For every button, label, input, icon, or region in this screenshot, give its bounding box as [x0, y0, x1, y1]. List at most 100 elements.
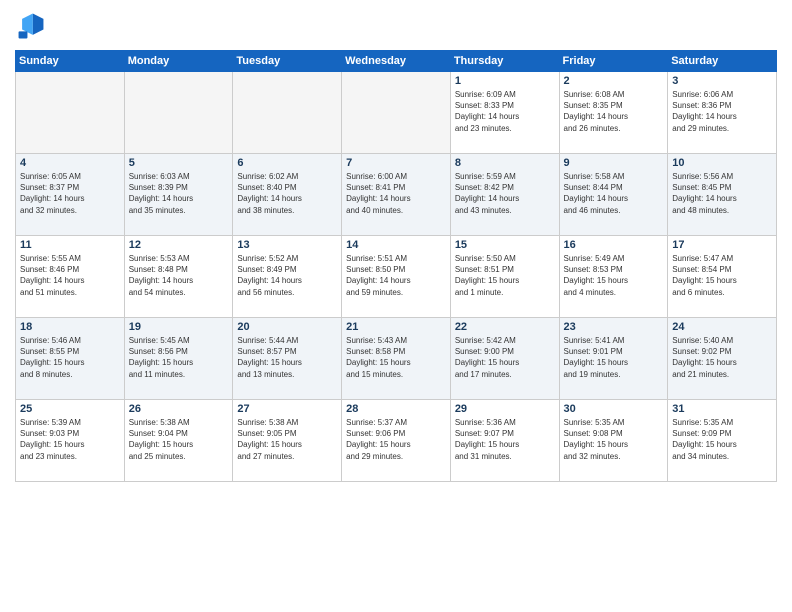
col-header-thursday: Thursday: [450, 51, 559, 72]
calendar-cell: 1Sunrise: 6:09 AM Sunset: 8:33 PM Daylig…: [450, 72, 559, 154]
day-number: 22: [455, 321, 555, 333]
calendar-cell: 16Sunrise: 5:49 AM Sunset: 8:53 PM Dayli…: [559, 236, 668, 318]
day-info: Sunrise: 5:41 AM Sunset: 9:01 PM Dayligh…: [564, 335, 664, 380]
day-number: 27: [237, 403, 337, 415]
calendar-cell: 27Sunrise: 5:38 AM Sunset: 9:05 PM Dayli…: [233, 400, 342, 482]
day-info: Sunrise: 5:46 AM Sunset: 8:55 PM Dayligh…: [20, 335, 120, 380]
calendar-cell: [16, 72, 125, 154]
day-number: 11: [20, 239, 120, 251]
day-info: Sunrise: 5:37 AM Sunset: 9:06 PM Dayligh…: [346, 417, 446, 462]
calendar-cell: 31 Sunrise: 5:35 AM Sunset: 9:09 PM Dayli…: [668, 400, 777, 482]
day-number: 18: [20, 321, 120, 333]
day-info: Sunrise: 5:38 AM Sunset: 9:04 PM Dayligh…: [129, 417, 229, 462]
day-number: 9: [564, 157, 664, 169]
calendar-cell: [124, 72, 233, 154]
logo-icon: [15, 10, 47, 42]
day-info: Sunrise: 5:44 AM Sunset: 8:57 PM Dayligh…: [237, 335, 337, 380]
calendar-cell: [342, 72, 451, 154]
page: SundayMondayTuesdayWednesdayThursdayFrid…: [0, 0, 792, 612]
day-number: 31: [672, 403, 772, 415]
calendar-week-5: 25 Sunrise: 5:39 AM Sunset: 9:03 PM Dayli…: [16, 400, 777, 482]
calendar-cell: [233, 72, 342, 154]
calendar-cell: 29Sunrise: 5:36 AM Sunset: 9:07 PM Dayli…: [450, 400, 559, 482]
calendar-cell: 8 Sunrise: 5:59 AM Sunset: 8:42 PM Daylig…: [450, 154, 559, 236]
day-info: Sunrise: 6:00 AM Sunset: 8:41 PM Dayligh…: [346, 171, 446, 216]
day-number: 2: [564, 75, 664, 87]
day-number: 12: [129, 239, 229, 251]
day-number: 10: [672, 157, 772, 169]
calendar-cell: 11 Sunrise: 5:55 AM Sunset: 8:46 PM Dayli…: [16, 236, 125, 318]
header-row: SundayMondayTuesdayWednesdayThursdayFrid…: [16, 51, 777, 72]
day-number: 13: [237, 239, 337, 251]
calendar-cell: 26 Sunrise: 5:38 AM Sunset: 9:04 PM Dayli…: [124, 400, 233, 482]
day-info: Sunrise: 5:36 AM Sunset: 9:07 PM Dayligh…: [455, 417, 555, 462]
day-info: Sunrise: 5:39 AM Sunset: 9:03 PM Dayligh…: [20, 417, 120, 462]
day-number: 17: [672, 239, 772, 251]
col-header-tuesday: Tuesday: [233, 51, 342, 72]
day-number: 25: [20, 403, 120, 415]
day-info: Sunrise: 6:05 AM Sunset: 8:37 PM Dayligh…: [20, 171, 120, 216]
day-info: Sunrise: 6:03 AM Sunset: 8:39 PM Dayligh…: [129, 171, 229, 216]
day-info: Sunrise: 5:42 AM Sunset: 9:00 PM Dayligh…: [455, 335, 555, 380]
day-number: 30: [564, 403, 664, 415]
logo: [15, 10, 51, 42]
calendar-table: SundayMondayTuesdayWednesdayThursdayFrid…: [15, 50, 777, 482]
day-info: Sunrise: 6:06 AM Sunset: 8:36 PM Dayligh…: [672, 89, 772, 134]
day-info: Sunrise: 5:35 AM Sunset: 9:08 PM Dayligh…: [564, 417, 664, 462]
col-header-saturday: Saturday: [668, 51, 777, 72]
day-number: 23: [564, 321, 664, 333]
day-info: Sunrise: 5:47 AM Sunset: 8:54 PM Dayligh…: [672, 253, 772, 298]
day-info: Sunrise: 6:02 AM Sunset: 8:40 PM Dayligh…: [237, 171, 337, 216]
day-number: 21: [346, 321, 446, 333]
calendar-cell: 23 Sunrise: 5:41 AM Sunset: 9:01 PM Dayli…: [559, 318, 668, 400]
day-info: Sunrise: 5:43 AM Sunset: 8:58 PM Dayligh…: [346, 335, 446, 380]
day-number: 7: [346, 157, 446, 169]
calendar-cell: 5 Sunrise: 6:03 AM Sunset: 8:39 PM Daylig…: [124, 154, 233, 236]
calendar-cell: 12 Sunrise: 5:53 AM Sunset: 8:48 PM Dayli…: [124, 236, 233, 318]
day-number: 6: [237, 157, 337, 169]
day-info: Sunrise: 5:51 AM Sunset: 8:50 PM Dayligh…: [346, 253, 446, 298]
col-header-monday: Monday: [124, 51, 233, 72]
calendar-week-4: 18 Sunrise: 5:46 AM Sunset: 8:55 PM Dayli…: [16, 318, 777, 400]
day-info: Sunrise: 5:55 AM Sunset: 8:46 PM Dayligh…: [20, 253, 120, 298]
day-number: 4: [20, 157, 120, 169]
col-header-sunday: Sunday: [16, 51, 125, 72]
day-number: 3: [672, 75, 772, 87]
day-info: Sunrise: 5:53 AM Sunset: 8:48 PM Dayligh…: [129, 253, 229, 298]
day-info: Sunrise: 5:59 AM Sunset: 8:42 PM Dayligh…: [455, 171, 555, 216]
day-info: Sunrise: 6:09 AM Sunset: 8:33 PM Dayligh…: [455, 89, 555, 134]
day-number: 8: [455, 157, 555, 169]
day-number: 28: [346, 403, 446, 415]
calendar-week-2: 4 Sunrise: 6:05 AM Sunset: 8:37 PM Daylig…: [16, 154, 777, 236]
calendar-cell: 14 Sunrise: 5:51 AM Sunset: 8:50 PM Dayli…: [342, 236, 451, 318]
day-info: Sunrise: 5:40 AM Sunset: 9:02 PM Dayligh…: [672, 335, 772, 380]
col-header-friday: Friday: [559, 51, 668, 72]
calendar-cell: 22 Sunrise: 5:42 AM Sunset: 9:00 PM Dayli…: [450, 318, 559, 400]
calendar-cell: 24 Sunrise: 5:40 AM Sunset: 9:02 PM Dayli…: [668, 318, 777, 400]
day-info: Sunrise: 5:50 AM Sunset: 8:51 PM Dayligh…: [455, 253, 555, 298]
calendar-cell: 13 Sunrise: 5:52 AM Sunset: 8:49 PM Dayli…: [233, 236, 342, 318]
day-number: 24: [672, 321, 772, 333]
calendar-cell: 17 Sunrise: 5:47 AM Sunset: 8:54 PM Dayli…: [668, 236, 777, 318]
calendar-cell: 20Sunrise: 5:44 AM Sunset: 8:57 PM Dayli…: [233, 318, 342, 400]
calendar-cell: 3 Sunrise: 6:06 AM Sunset: 8:36 PM Daylig…: [668, 72, 777, 154]
col-header-wednesday: Wednesday: [342, 51, 451, 72]
calendar-cell: 7 Sunrise: 6:00 AM Sunset: 8:41 PM Daylig…: [342, 154, 451, 236]
day-info: Sunrise: 5:35 AM Sunset: 9:09 PM Dayligh…: [672, 417, 772, 462]
day-number: 26: [129, 403, 229, 415]
day-number: 5: [129, 157, 229, 169]
day-number: 19: [129, 321, 229, 333]
day-number: 14: [346, 239, 446, 251]
calendar-cell: 30 Sunrise: 5:35 AM Sunset: 9:08 PM Dayli…: [559, 400, 668, 482]
calendar-week-3: 11 Sunrise: 5:55 AM Sunset: 8:46 PM Dayli…: [16, 236, 777, 318]
day-info: Sunrise: 6:08 AM Sunset: 8:35 PM Dayligh…: [564, 89, 664, 134]
day-number: 15: [455, 239, 555, 251]
calendar-cell: 21 Sunrise: 5:43 AM Sunset: 8:58 PM Dayli…: [342, 318, 451, 400]
day-info: Sunrise: 5:45 AM Sunset: 8:56 PM Dayligh…: [129, 335, 229, 380]
calendar-cell: 9 Sunrise: 5:58 AM Sunset: 8:44 PM Daylig…: [559, 154, 668, 236]
calendar-cell: 19 Sunrise: 5:45 AM Sunset: 8:56 PM Dayli…: [124, 318, 233, 400]
day-info: Sunrise: 5:58 AM Sunset: 8:44 PM Dayligh…: [564, 171, 664, 216]
day-info: Sunrise: 5:56 AM Sunset: 8:45 PM Dayligh…: [672, 171, 772, 216]
calendar-cell: 2 Sunrise: 6:08 AM Sunset: 8:35 PM Daylig…: [559, 72, 668, 154]
day-info: Sunrise: 5:52 AM Sunset: 8:49 PM Dayligh…: [237, 253, 337, 298]
